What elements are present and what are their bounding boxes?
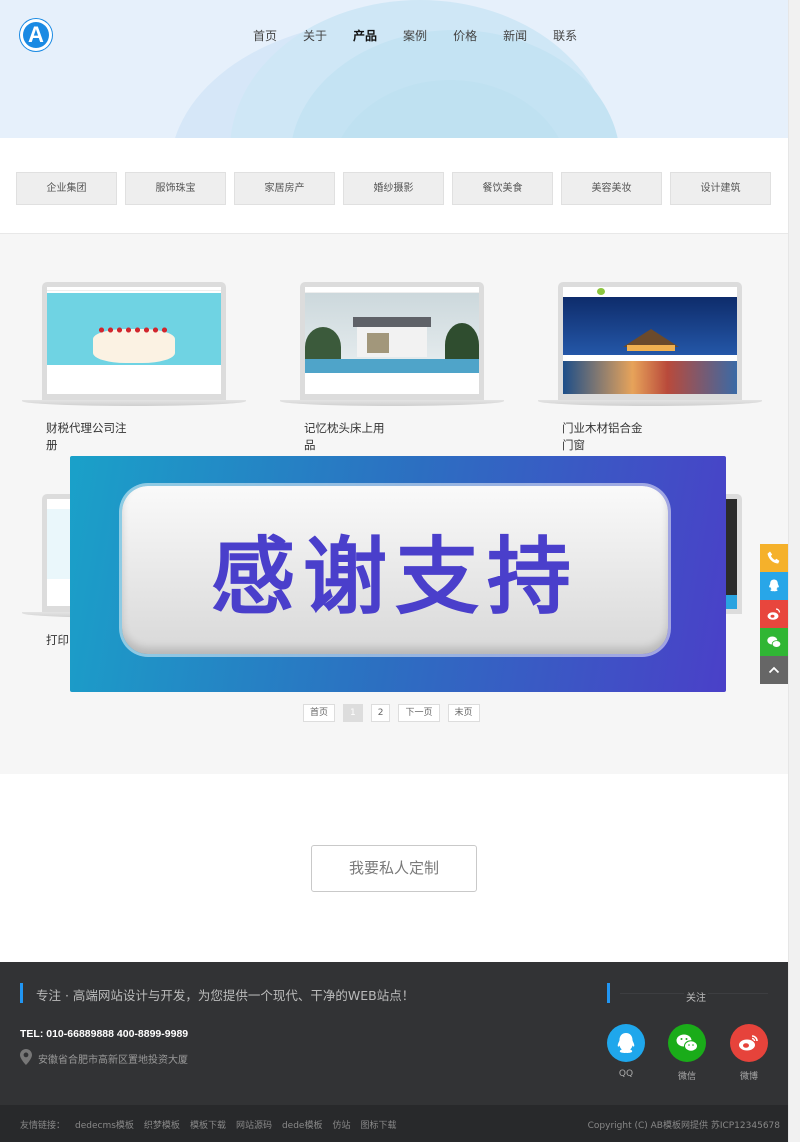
nav-item-news[interactable]: 新闻 [490,27,540,45]
laptop-base [22,400,246,406]
page-scrollbar[interactable] [788,0,800,1142]
back-to-top-icon [768,666,780,674]
qq-label: QQ [618,1069,634,1079]
weibo-icon [739,1035,758,1051]
footer-address: 安徽省合肥市高新区置地投资大厦 [38,1055,188,1066]
product-thumbnail [47,287,221,394]
float-weibo-button[interactable] [760,600,788,628]
friend-link[interactable]: dedecms模板 [75,1118,134,1131]
logo-letter: A [28,22,44,47]
float-qq-button[interactable] [760,572,788,600]
product-title[interactable]: 记忆枕头床上用品 [304,420,394,454]
thanks-overlay-image: 感谢支持 [70,456,726,692]
category-filter: 企业集团 服饰珠宝 家居房产 婚纱摄影 餐饮美食 美容美妆 设计建筑 [16,172,771,205]
pagination: 首页 1 2 下一页 末页 [303,704,480,722]
thanks-plate: 感谢支持 [122,486,668,654]
phone-icon [767,551,780,564]
wechat-icon [767,636,782,648]
nav-item-cases[interactable]: 案例 [390,27,440,45]
product-thumbnail [305,287,479,394]
friend-link[interactable]: 仿站 [332,1118,350,1131]
nav-item-pricing[interactable]: 价格 [440,27,490,45]
product-title[interactable]: 门业木材铝合金门窗 [562,420,652,454]
category-button[interactable]: 企业集团 [16,172,117,205]
friend-links: 友情链接： dedecms模板 织梦模板 模板下载 网站源码 dede模板 仿站… [20,1118,397,1131]
wechat-label: 微信 [677,1072,696,1082]
friend-links-label: 友情链接： [20,1121,66,1131]
product-card[interactable]: 财税代理公司注册 [22,282,246,462]
product-card[interactable]: 门业木材铝合金门窗 [538,282,762,462]
slogan-accent [20,983,23,1003]
nav-item-products[interactable]: 产品 [340,27,390,45]
header-banner [0,0,788,138]
laptop-frame [42,282,226,402]
page-last-button[interactable]: 末页 [447,704,480,722]
location-pin-icon [20,1049,32,1065]
page-1-button[interactable]: 1 [343,704,363,722]
friend-link[interactable]: 图标下载 [361,1118,397,1131]
friend-link[interactable]: 织梦模板 [144,1118,180,1131]
friend-link[interactable]: 模板下载 [190,1118,226,1131]
weibo-icon [767,608,781,620]
copyright: Copyright (C) AB模板网提供 苏ICP12345678 [587,1121,780,1131]
laptop-base [538,400,762,406]
qq-social-button[interactable] [607,1024,645,1062]
category-button[interactable]: 服饰珠宝 [125,172,226,205]
category-button[interactable]: 家居房产 [234,172,335,205]
wechat-icon [676,1034,698,1052]
nav-item-contact[interactable]: 联系 [540,27,590,45]
custom-order-button[interactable]: 我要私人定制 [311,845,477,892]
laptop-frame [300,282,484,402]
page-next-button[interactable]: 下一页 [398,704,440,722]
nav-item-home[interactable]: 首页 [240,27,290,45]
laptop-base [280,400,504,406]
main-nav: 首页 关于 产品 案例 价格 新闻 联系 [240,27,590,45]
product-card[interactable]: 记忆枕头床上用品 [280,282,504,462]
qq-icon [769,579,779,592]
footer-tel: TEL: 010-66889888 400-8899-9989 [20,1028,189,1040]
float-wechat-button[interactable] [760,628,788,656]
friend-link[interactable]: 网站源码 [236,1118,272,1131]
category-button[interactable]: 设计建筑 [670,172,771,205]
category-button[interactable]: 婚纱摄影 [343,172,444,205]
nav-item-about[interactable]: 关于 [290,27,340,45]
back-to-top-button[interactable] [760,656,788,684]
follow-title: 关注 [684,989,708,1004]
page-2-button[interactable]: 2 [370,704,391,722]
wechat-social-button[interactable] [668,1024,706,1062]
follow-accent [607,983,610,1003]
page-first-button[interactable]: 首页 [303,704,336,722]
product-title[interactable]: 财税代理公司注册 [46,420,136,454]
weibo-label: 微博 [739,1072,758,1082]
category-button[interactable]: 美容美妆 [561,172,662,205]
float-phone-button[interactable] [760,544,788,572]
laptop-frame [558,282,742,402]
thanks-text: 感谢支持 [210,527,579,626]
footer-slogan: 专注 · 高端网站设计与开发，为您提供一个现代、干净的WEB站点！ [36,988,415,1003]
weibo-social-button[interactable] [730,1024,768,1062]
qq-icon [617,1033,635,1053]
friend-link[interactable]: dede模板 [282,1118,323,1131]
product-thumbnail [563,287,737,394]
site-logo[interactable]: A [20,19,52,51]
category-button[interactable]: 餐饮美食 [452,172,553,205]
